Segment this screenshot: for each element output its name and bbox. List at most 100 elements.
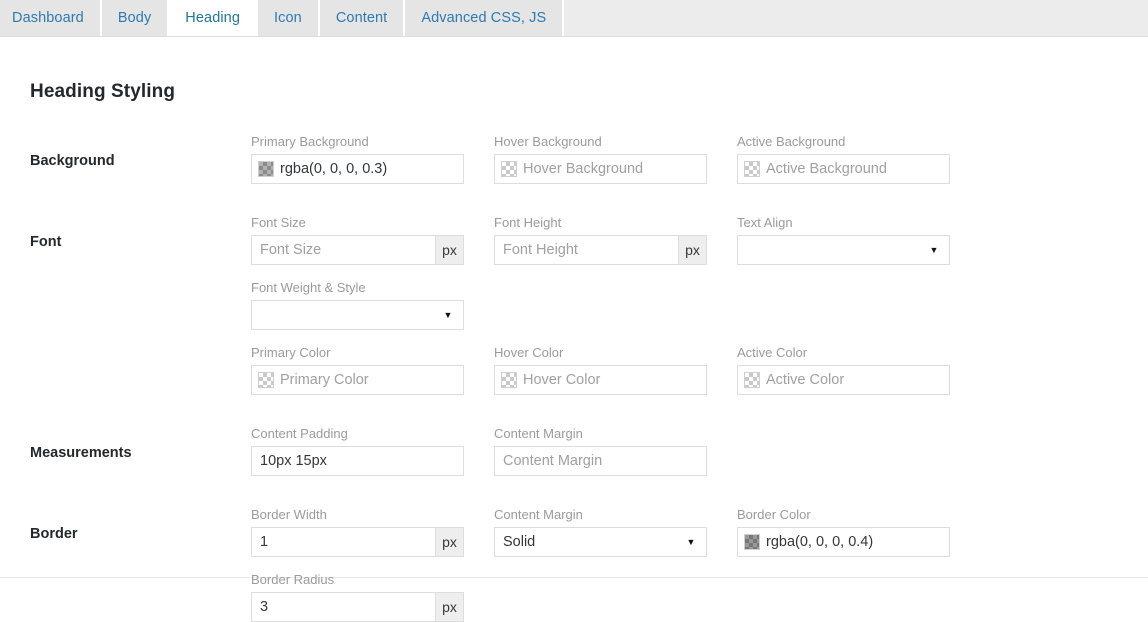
field-label: Font Height bbox=[494, 215, 562, 230]
field-active-color: Active Color Active Color bbox=[737, 344, 980, 395]
tab-bar: Dashboard Body Heading Icon Content Adva… bbox=[0, 0, 1148, 37]
color-swatch-icon[interactable] bbox=[501, 161, 517, 177]
unit-addon-px: px bbox=[435, 236, 463, 264]
primary-background-input[interactable]: rgba(0, 0, 0, 0.3) bbox=[251, 154, 464, 184]
section-label-font: Font bbox=[30, 234, 62, 250]
field-label: Content Margin bbox=[494, 426, 583, 441]
field-border-width: Border Width 1 px bbox=[251, 506, 494, 557]
field-font-weight-style: Font Weight & Style ▼ bbox=[251, 279, 494, 330]
unit-addon-px: px bbox=[435, 593, 463, 621]
input-placeholder: Content Margin bbox=[503, 453, 603, 469]
tab-label: Advanced CSS, JS bbox=[421, 10, 547, 26]
font-height-input[interactable]: Font Height px bbox=[494, 235, 707, 265]
hover-background-input[interactable]: Hover Background bbox=[494, 154, 707, 184]
select-value bbox=[738, 236, 925, 264]
hover-color-input[interactable]: Hover Color bbox=[494, 365, 707, 395]
field-content-margin: Content Margin Content Margin bbox=[494, 425, 737, 476]
input-value: 3 bbox=[260, 599, 269, 615]
section-fields-background: Primary Background rgba(0, 0, 0, 0.3) Ho… bbox=[251, 133, 1148, 184]
field-border-color: Border Color rgba(0, 0, 0, 0.4) bbox=[737, 506, 980, 557]
select-value bbox=[252, 301, 439, 329]
input-value: rgba(0, 0, 0, 0.3) bbox=[280, 161, 388, 177]
color-swatch-icon[interactable] bbox=[258, 161, 274, 177]
field-label: Hover Background bbox=[494, 134, 602, 149]
section-label-measurements: Measurements bbox=[30, 445, 132, 461]
font-row-2: Font Weight & Style ▼ bbox=[251, 279, 1148, 330]
field-hover-color: Hover Color Hover Color bbox=[494, 344, 737, 395]
input-value: 10px 15px bbox=[260, 453, 327, 469]
tab-body[interactable]: Body bbox=[101, 0, 170, 36]
input-value: rgba(0, 0, 0, 0.4) bbox=[766, 534, 874, 550]
field-label: Font Size bbox=[251, 215, 306, 230]
page-title: Heading Styling bbox=[30, 81, 176, 102]
input-placeholder: Hover Color bbox=[523, 372, 601, 388]
tab-heading[interactable]: Heading bbox=[169, 0, 259, 36]
tab-label: Heading bbox=[185, 10, 241, 26]
field-label: Active Background bbox=[737, 134, 846, 149]
active-color-input[interactable]: Active Color bbox=[737, 365, 950, 395]
input-placeholder: Font Height bbox=[503, 242, 578, 258]
tab-label: Body bbox=[117, 10, 152, 26]
field-spacer bbox=[737, 425, 980, 476]
unit-addon-px: px bbox=[435, 528, 463, 556]
content-padding-input[interactable]: 10px 15px bbox=[251, 446, 464, 476]
field-spacer bbox=[737, 279, 980, 330]
field-label: Active Color bbox=[737, 345, 808, 360]
field-label: Border Color bbox=[737, 507, 811, 522]
border-style-select[interactable]: Solid ▼ bbox=[494, 527, 707, 557]
color-swatch-icon[interactable] bbox=[501, 372, 517, 388]
field-font-size: Font Size Font Size px bbox=[251, 214, 494, 265]
color-swatch-icon[interactable] bbox=[258, 372, 274, 388]
border-color-input[interactable]: rgba(0, 0, 0, 0.4) bbox=[737, 527, 950, 557]
color-swatch-icon[interactable] bbox=[744, 534, 760, 550]
field-label: Font Weight & Style bbox=[251, 280, 366, 295]
section-label-background: Background bbox=[30, 153, 115, 169]
font-row-3: Primary Color Primary Color Hover Color … bbox=[251, 344, 1148, 395]
tab-label: Dashboard bbox=[12, 10, 84, 26]
content-margin-input[interactable]: Content Margin bbox=[494, 446, 707, 476]
text-align-select[interactable]: ▼ bbox=[737, 235, 950, 265]
field-font-height: Font Height Font Height px bbox=[494, 214, 737, 265]
chevron-down-icon[interactable]: ▼ bbox=[925, 245, 943, 255]
unit-addon-px: px bbox=[678, 236, 706, 264]
color-swatch-icon[interactable] bbox=[744, 161, 760, 177]
color-swatch-icon[interactable] bbox=[744, 372, 760, 388]
chevron-down-icon[interactable]: ▼ bbox=[439, 310, 457, 320]
field-label: Primary Color bbox=[251, 345, 331, 360]
primary-color-input[interactable]: Primary Color bbox=[251, 365, 464, 395]
section-fields-measurements: Content Padding 10px 15px Content Margin… bbox=[251, 425, 1148, 476]
input-placeholder: Hover Background bbox=[523, 161, 644, 177]
tab-advanced-css-js[interactable]: Advanced CSS, JS bbox=[405, 0, 565, 36]
field-label: Hover Color bbox=[494, 345, 564, 360]
tab-icon[interactable]: Icon bbox=[258, 0, 320, 36]
border-radius-input[interactable]: 3 px bbox=[251, 592, 464, 622]
tab-content[interactable]: Content bbox=[319, 0, 406, 36]
field-spacer bbox=[494, 279, 737, 330]
section-fields-font: Font Size Font Size px Font Height Font … bbox=[251, 214, 1148, 395]
field-label: Border Width bbox=[251, 507, 327, 522]
settings-panel: Heading Styling Background Primary Backg… bbox=[0, 37, 1148, 622]
font-weight-style-select[interactable]: ▼ bbox=[251, 300, 464, 330]
input-placeholder: Primary Color bbox=[280, 372, 369, 388]
field-primary-background: Primary Background rgba(0, 0, 0, 0.3) bbox=[251, 133, 494, 184]
tab-dashboard[interactable]: Dashboard bbox=[0, 0, 102, 36]
input-placeholder: Font Size bbox=[260, 242, 322, 258]
input-placeholder: Active Color bbox=[766, 372, 845, 388]
field-label: Content Padding bbox=[251, 426, 348, 441]
font-row-1: Font Size Font Size px Font Height Font … bbox=[251, 214, 1148, 265]
active-background-input[interactable]: Active Background bbox=[737, 154, 950, 184]
chevron-down-icon[interactable]: ▼ bbox=[682, 537, 700, 547]
section-border: Border Border Width 1 px Content Margin bbox=[0, 506, 1148, 622]
border-width-input[interactable]: 1 px bbox=[251, 527, 464, 557]
field-active-background: Active Background Active Background bbox=[737, 133, 980, 184]
field-primary-color: Primary Color Primary Color bbox=[251, 344, 494, 395]
border-row-1: Border Width 1 px Content Margin Solid ▼ bbox=[251, 506, 1148, 557]
field-label: Content Margin bbox=[494, 507, 583, 522]
section-label-border: Border bbox=[30, 526, 78, 542]
font-size-input[interactable]: Font Size px bbox=[251, 235, 464, 265]
field-label: Text Align bbox=[737, 215, 793, 230]
field-text-align: Text Align ▼ bbox=[737, 214, 980, 265]
section-fields-border: Border Width 1 px Content Margin Solid ▼ bbox=[251, 506, 1148, 622]
settings-sections: Background Primary Background rgba(0, 0,… bbox=[0, 133, 1148, 622]
field-label: Border Radius bbox=[251, 572, 335, 587]
